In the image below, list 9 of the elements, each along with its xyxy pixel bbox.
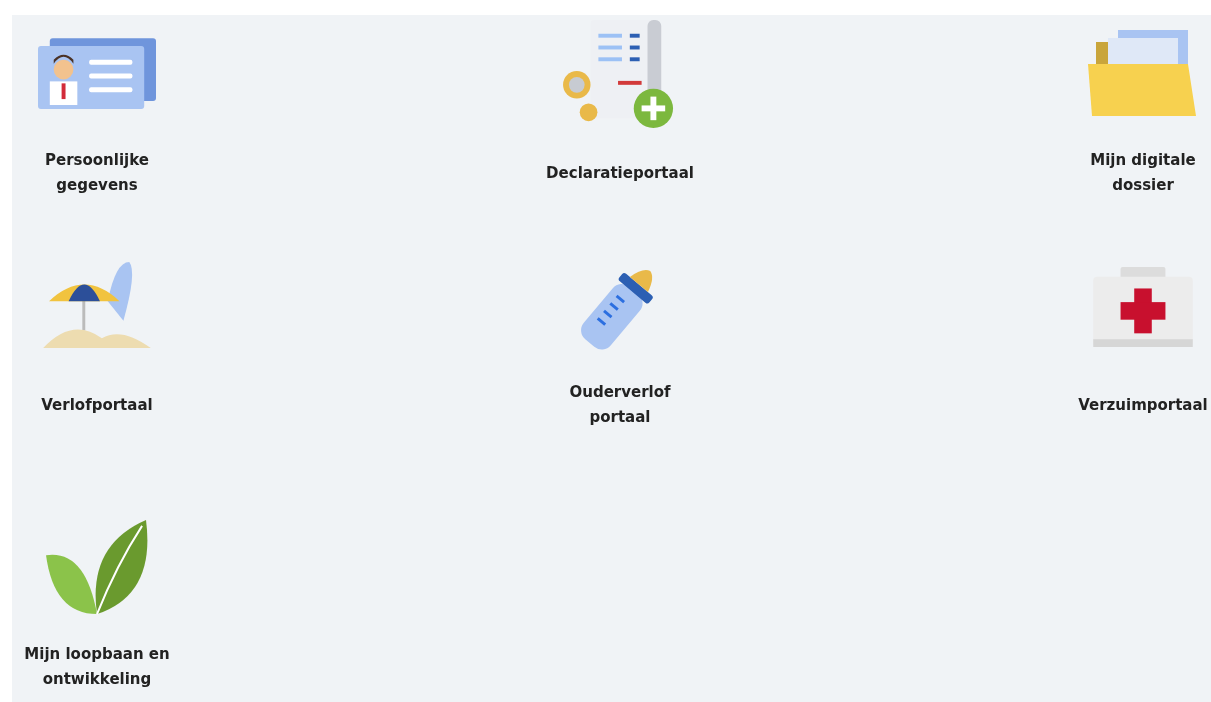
- tile-link[interactable]: Ouderverlof portaal: [537, 380, 703, 430]
- tile-link[interactable]: Verzuimportaal: [1078, 380, 1208, 430]
- tile-link[interactable]: Persoonlijke gegevens: [14, 148, 180, 198]
- first-aid-kit-icon: [1093, 266, 1193, 347]
- tile-link[interactable]: Verlofportaal: [41, 380, 153, 430]
- tile-link[interactable]: Mijn loopbaan en ontwikkeling: [14, 642, 180, 692]
- id-card-icon: [38, 37, 156, 112]
- tile-link[interactable]: Mijn digitale dossier: [1060, 148, 1211, 198]
- tile-link[interactable]: Declaratieportaal: [546, 148, 694, 198]
